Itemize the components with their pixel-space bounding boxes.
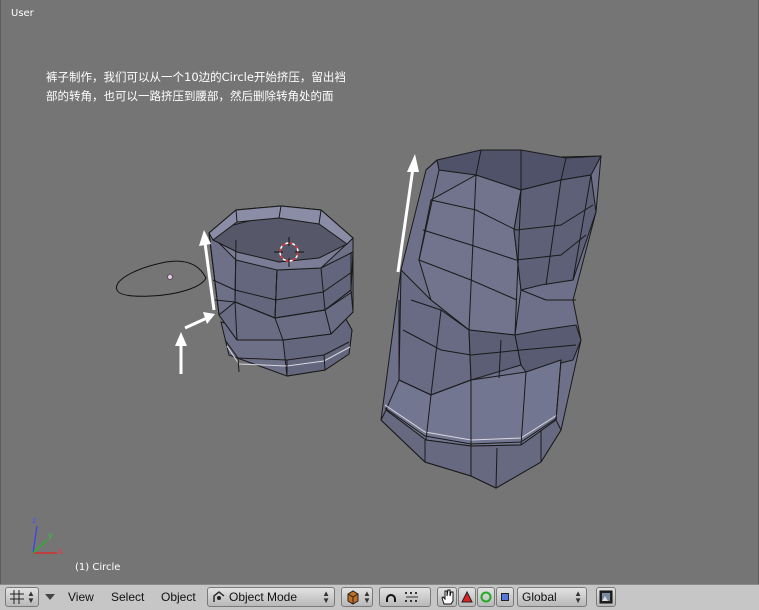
viewport-header: ▲ ▼ View Select Object Object Mode ▲ ▼ ▲ ▼ — [0, 584, 759, 610]
view-name-label: User — [11, 8, 34, 19]
object-info: (1) Circle — [75, 562, 121, 573]
circle-outline[interactable] — [116, 260, 207, 297]
axis-gizmo — [32, 525, 57, 554]
menu-select[interactable]: Select — [107, 587, 148, 607]
pivot-icon — [384, 590, 398, 604]
updown-icon: ▲ ▼ — [322, 589, 330, 605]
grid-icon — [9, 590, 25, 604]
snap-dots-icon — [404, 590, 420, 604]
editor-type-button[interactable]: ▲ ▼ — [5, 587, 39, 607]
render-image-icon — [599, 590, 613, 604]
scale-blue-square-icon — [499, 591, 511, 603]
triangle-down-icon — [44, 592, 56, 602]
menu-object[interactable]: Object — [157, 587, 200, 607]
translate-manipulator[interactable] — [458, 587, 476, 607]
translate-red-triangle-icon — [461, 591, 473, 603]
axis-label-x: x — [58, 547, 63, 556]
3d-viewport[interactable]: User 裤子制作，我们可以从一个10边的Circle开始挤压，留出裆 部的转角… — [0, 0, 759, 584]
manipulator-toggle[interactable] — [437, 587, 457, 607]
hand-icon — [440, 589, 454, 605]
menu-view[interactable]: View — [64, 587, 98, 607]
pants-mesh[interactable] — [380, 149, 602, 489]
scale-manipulator[interactable] — [496, 587, 514, 607]
axis-label-y: y — [48, 531, 53, 540]
note-line: 裤子制作，我们可以从一个10边的Circle开始挤压，留出裆 — [46, 70, 346, 84]
mode-label: Object Mode — [229, 590, 298, 604]
note-line: 部的转角，也可以一路挤压到腰部，然后删除转角处的面 — [46, 89, 334, 103]
updown-icon: ▲ ▼ — [27, 589, 35, 605]
mode-select[interactable]: Object Mode ▲ ▼ — [207, 587, 335, 607]
rotate-manipulator[interactable] — [477, 587, 495, 607]
orientation-label: Global — [522, 590, 557, 604]
header-collapse-button[interactable] — [44, 587, 58, 607]
tutorial-note: 裤子制作，我们可以从一个10边的Circle开始挤压，留出裆 部的转角，也可以一… — [46, 68, 346, 106]
orientation-select[interactable]: Global ▲ ▼ — [517, 587, 587, 607]
blender-window: User 裤子制作，我们可以从一个10边的Circle开始挤压，留出裆 部的转角… — [0, 0, 759, 610]
render-button[interactable] — [596, 587, 616, 607]
updown-icon: ▲ ▼ — [363, 589, 371, 605]
axis-label-z: z — [32, 516, 37, 525]
solid-cube-icon — [345, 589, 361, 605]
extruded-cylinder[interactable] — [208, 205, 354, 377]
pivot-select[interactable] — [379, 587, 431, 607]
shading-select[interactable]: ▲ ▼ — [341, 587, 373, 607]
updown-icon: ▲ ▼ — [574, 589, 582, 605]
rotate-green-ring-icon — [480, 591, 492, 603]
object-mode-icon — [212, 590, 226, 604]
